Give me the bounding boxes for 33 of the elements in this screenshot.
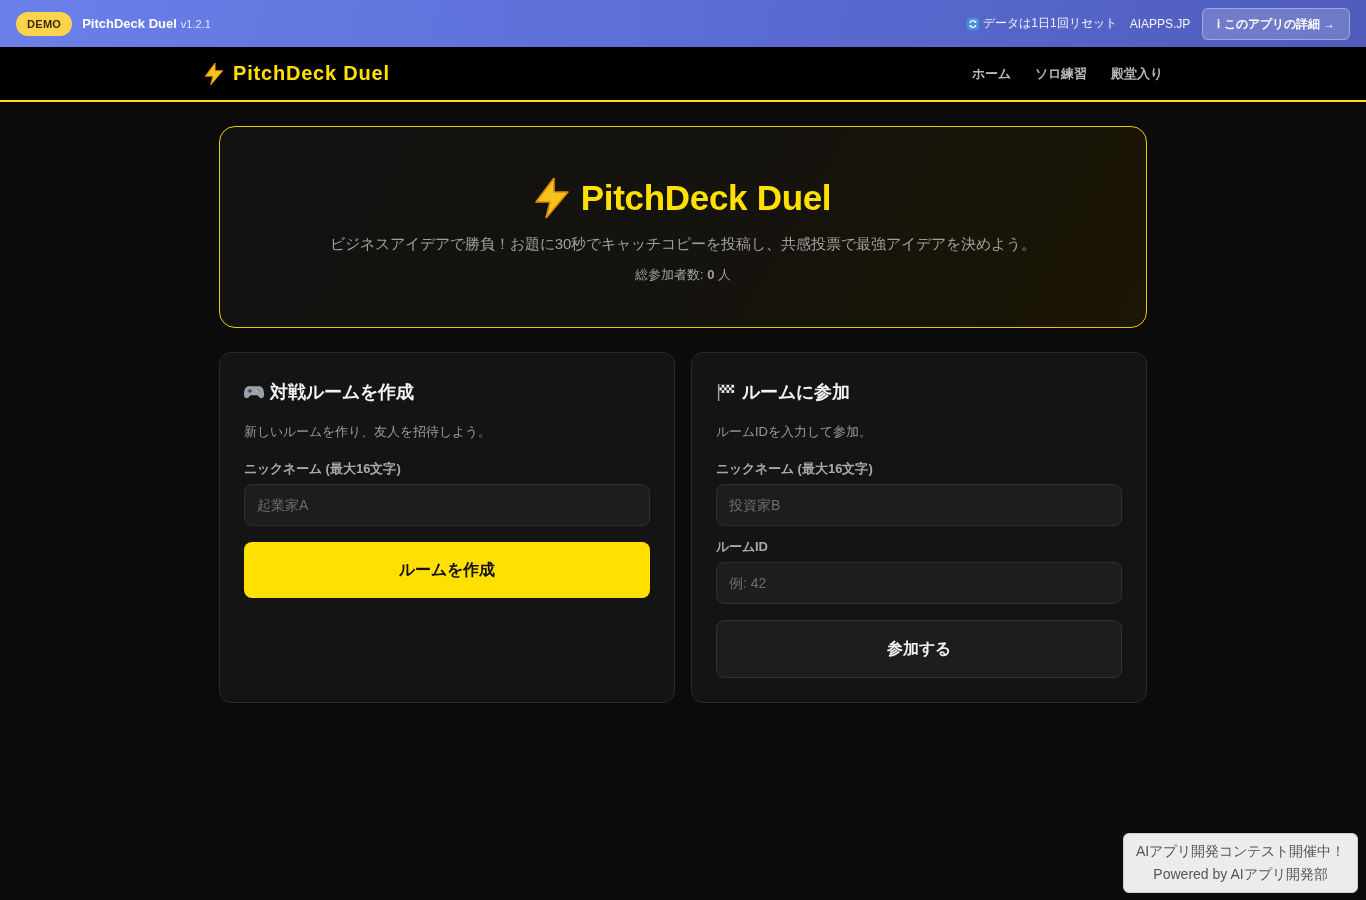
join-room-button[interactable]: 参加する	[716, 620, 1122, 678]
gamepad-icon	[244, 383, 264, 401]
card-description: 新しいルームを作り、友人を招待しよう。	[244, 423, 492, 441]
input-field[interactable]: 起業家A	[244, 484, 650, 526]
tagline: ビジネスアイデアで勝負！お題に30秒でキャッチコピーを投稿し、共感投票で最強アイデアを決めよう。	[328, 234, 1038, 254]
refresh-icon	[967, 17, 980, 30]
field-label: ルームID	[716, 538, 769, 556]
lightning-icon	[534, 178, 569, 218]
card-description: ルームIDを入力して参加。	[716, 423, 873, 441]
card-title: ルームに参加	[742, 381, 850, 404]
input-field[interactable]: 例: 42	[716, 562, 1122, 604]
nav-link[interactable]: ソロ練習	[1035, 64, 1087, 83]
notice-text: Powered by AIアプリ開発部	[1153, 865, 1328, 884]
demo-badge: DEMO	[16, 11, 73, 36]
logo-link[interactable]: PitchDeck Duel	[203, 62, 390, 85]
hero-title: PitchDeck Duel	[580, 177, 832, 219]
participant-count: 総参加者数: 0 人	[633, 266, 733, 284]
version-text: v1.2.1	[180, 18, 211, 30]
contest-notice[interactable]: AIアプリ開発コンテスト開催中！ Powered by AIアプリ開発部	[1123, 833, 1358, 893]
app-name: PitchDeck Duel	[82, 16, 177, 31]
nav-link[interactable]: ホーム	[972, 64, 1011, 83]
field-label: ニックネーム (最大16文字)	[244, 460, 402, 478]
card-title: 対戦ルームを作成	[270, 381, 414, 404]
site-link[interactable]: AIAPPS.JP	[1129, 16, 1191, 31]
notice-text: AIアプリ開発コンテスト開催中！	[1135, 842, 1346, 861]
checkered-flag-icon	[716, 383, 736, 401]
nav-link[interactable]: 殿堂入り	[1111, 64, 1163, 83]
input-field[interactable]: 投資家B	[716, 484, 1122, 526]
details-button[interactable]: ℹ このアプリの詳細 →	[1202, 7, 1350, 40]
create-room-button[interactable]: ルームを作成	[244, 542, 650, 598]
lightning-icon	[203, 62, 225, 85]
reset-note: データは1日1回リセット	[983, 15, 1117, 32]
field-label: ニックネーム (最大16文字)	[716, 460, 874, 478]
